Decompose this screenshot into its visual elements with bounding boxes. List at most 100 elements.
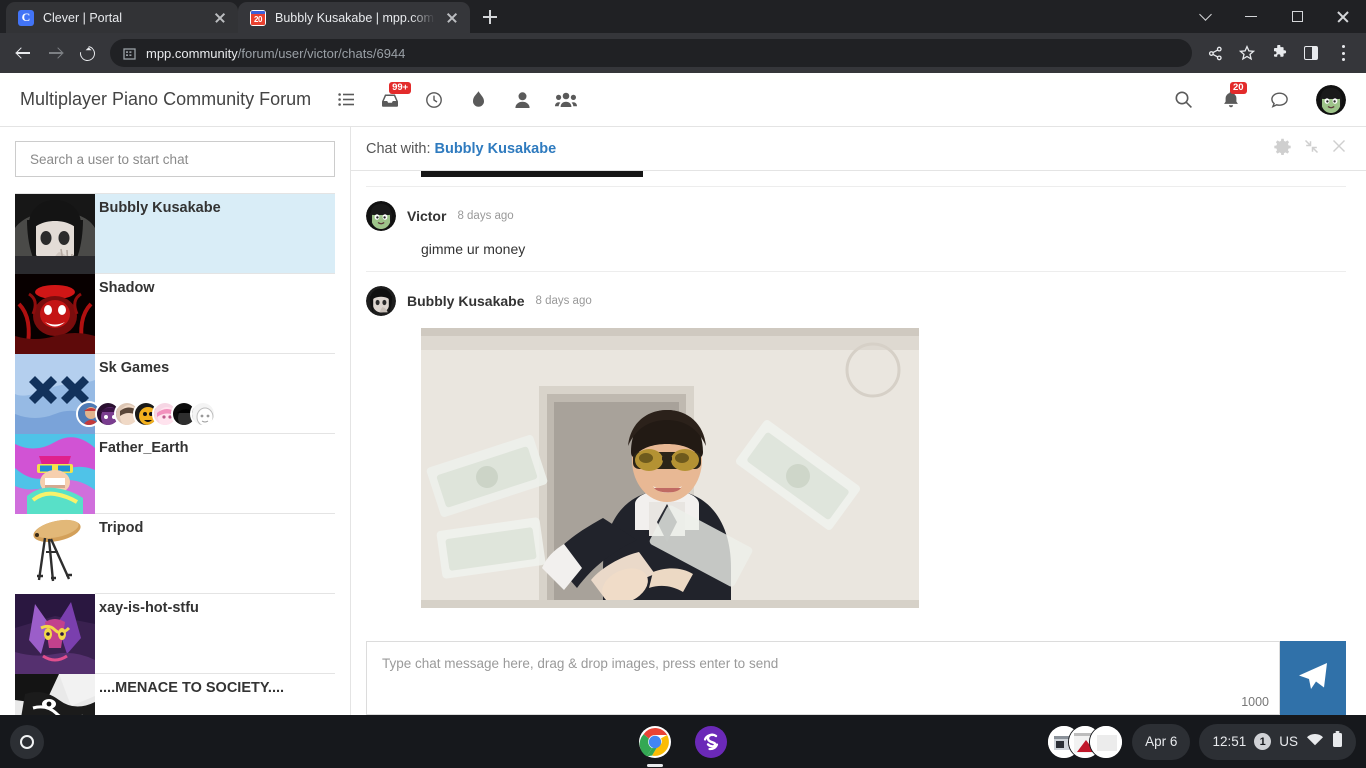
send-button[interactable] [1280, 641, 1346, 715]
status-tray[interactable]: 12:51 1 US [1199, 723, 1356, 760]
page-title: Multiplayer Piano Community Forum [20, 89, 312, 109]
chat-list-item-meta: Tripod [95, 514, 335, 593]
app-running-indicator [647, 764, 663, 767]
url-path: /forum/user/victor/chats/6944 [237, 45, 406, 61]
search-placeholder: Search a user to start chat [30, 151, 189, 167]
chat-list-item-shadow[interactable]: Shadow [15, 274, 335, 354]
chat-list-item-label: Shadow [99, 280, 155, 296]
message-timestamp: 8 days ago [457, 210, 514, 222]
chat-list-item-bubbly-kusakabe[interactable]: Bubbly Kusakabe [15, 194, 335, 274]
share-icon[interactable] [1200, 38, 1230, 68]
message-item: Bubbly Kusakabe 8 days ago [366, 272, 1346, 622]
chat-input-placeholder: Type chat message here, drag & drop imag… [382, 656, 779, 671]
chrome-browser-window: C Clever | Portal 20 Bubbly Kusakabe | m… [0, 0, 1366, 715]
tab-search-icon[interactable] [1182, 0, 1228, 33]
extensions-puzzle-icon[interactable] [1264, 38, 1294, 68]
maximize-icon[interactable] [1274, 0, 1320, 33]
conversation-header: Chat with: Bubbly Kusakabe [351, 127, 1366, 171]
close-icon[interactable] [1320, 0, 1366, 33]
chat-list-item-label: Bubbly Kusakabe [99, 200, 221, 216]
reload-icon[interactable] [72, 38, 102, 68]
search-input[interactable]: Search a user to start chat [15, 141, 335, 177]
tab-title: Clever | Portal [43, 10, 122, 25]
previous-message-image-cutoff [366, 171, 1346, 187]
minimize-icon[interactable] [1228, 0, 1274, 33]
chrome-icon[interactable] [636, 723, 674, 767]
avatar-bubbly-kusakabe[interactable] [366, 286, 396, 316]
conversation-tools [1274, 138, 1346, 160]
url-text: mpp.community/forum/user/victor/chats/69… [146, 46, 405, 61]
popular-flame-icon[interactable] [467, 89, 489, 111]
notifications-badge: 20 [1230, 81, 1247, 94]
groups-icon[interactable] [555, 89, 578, 111]
chat-list-item-label: ....MENACE TO SOCIETY.... [99, 680, 285, 696]
collapse-icon[interactable] [1304, 139, 1319, 159]
avatar-xay [15, 594, 95, 674]
categories-icon[interactable] [335, 89, 357, 111]
side-panel-icon[interactable] [1296, 38, 1326, 68]
address-bar[interactable]: mpp.community/forum/user/victor/chats/69… [110, 39, 1192, 67]
recent-clock-icon[interactable] [423, 89, 445, 111]
notification-count-badge: 1 [1254, 733, 1272, 750]
chat-list-item-father-earth[interactable]: Father_Earth [15, 434, 335, 514]
chat-list-item-meta: Shadow [95, 274, 335, 353]
forward-arrow-icon[interactable] [40, 38, 70, 68]
wifi-icon [1306, 732, 1324, 751]
message-attachment [366, 316, 1346, 608]
chat-list-item-xay[interactable]: xay-is-hot-stfu [15, 594, 335, 674]
avatar[interactable] [1316, 84, 1346, 115]
chat-list-item-label: Father_Earth [99, 440, 189, 456]
message-text: gimme ur money [421, 241, 526, 257]
purple-s-app-icon[interactable] [692, 723, 730, 761]
message-timestamp: 8 days ago [535, 295, 592, 307]
window-previews[interactable] [1047, 724, 1124, 759]
chat-list-item-menace[interactable]: ....MENACE TO SOCIETY.... [15, 674, 335, 715]
chat-list-item-meta: Father_Earth [95, 434, 335, 513]
conversation-header-name[interactable]: Bubbly Kusakabe [434, 141, 556, 157]
forum-navbar: Multiplayer Piano Community Forum 99+ 20 [0, 73, 1366, 127]
chat-sidebar: Search a user to start chat Bubbly Kusak… [0, 127, 350, 715]
chromeos-shelf: Apr 6 12:51 1 US [0, 715, 1366, 768]
battery-icon [1332, 730, 1343, 753]
avatar-menace [15, 674, 95, 715]
tab-title: Bubbly Kusakabe | mpp.commu [275, 10, 435, 25]
chat-list-item-tripod[interactable]: Tripod [15, 514, 335, 594]
window-preview-thumbnail[interactable] [1089, 724, 1124, 759]
calendar-20-icon: 20 [250, 9, 266, 26]
new-tab-button[interactable] [476, 3, 504, 31]
man-in-suit-throwing-money-gif[interactable] [421, 328, 919, 608]
chat-bubble-icon[interactable] [1268, 89, 1290, 111]
inbox-icon[interactable]: 99+ [379, 81, 412, 111]
shelf-time: 12:51 [1212, 734, 1247, 749]
message-author[interactable]: Bubbly Kusakabe [407, 293, 524, 309]
message-composer: Type chat message here, drag & drop imag… [351, 641, 1366, 715]
shelf-app-list [636, 723, 730, 767]
message-header: Bubbly Kusakabe 8 days ago [366, 286, 1346, 316]
bookmark-star-icon[interactable] [1232, 38, 1262, 68]
avatar-shadow [15, 274, 95, 354]
avatar-victor[interactable] [366, 201, 396, 231]
send-paper-plane-icon [1296, 659, 1330, 698]
character-counter: 1000 [1241, 695, 1269, 709]
message-author[interactable]: Victor [407, 208, 446, 224]
tab-close-icon[interactable] [444, 10, 460, 26]
date-tray[interactable]: Apr 6 [1132, 723, 1191, 760]
user-icon[interactable] [511, 89, 533, 111]
forum-nav-left: 99+ [335, 81, 578, 111]
chat-message-input[interactable]: Type chat message here, drag & drop imag… [366, 641, 1280, 715]
close-icon[interactable] [1332, 139, 1346, 158]
notifications-bell-icon[interactable]: 20 [1220, 81, 1247, 111]
system-tray: Apr 6 12:51 1 US [1047, 723, 1356, 760]
launcher-icon[interactable] [10, 724, 44, 759]
site-info-icon[interactable] [122, 46, 137, 61]
browser-tab-mpp[interactable]: 20 Bubbly Kusakabe | mpp.commu [238, 2, 470, 33]
chrome-menu-icon[interactable] [1328, 38, 1358, 68]
back-arrow-icon[interactable] [8, 38, 38, 68]
chat-list-item-sk-games[interactable]: Sk Games [15, 354, 335, 434]
browser-tab-clever[interactable]: C Clever | Portal [6, 2, 238, 33]
group-member-avatar [190, 401, 216, 427]
settings-gear-icon[interactable] [1274, 138, 1291, 160]
search-icon[interactable] [1172, 89, 1194, 111]
tab-close-icon[interactable] [212, 10, 228, 26]
avatar-tripod [15, 514, 95, 594]
